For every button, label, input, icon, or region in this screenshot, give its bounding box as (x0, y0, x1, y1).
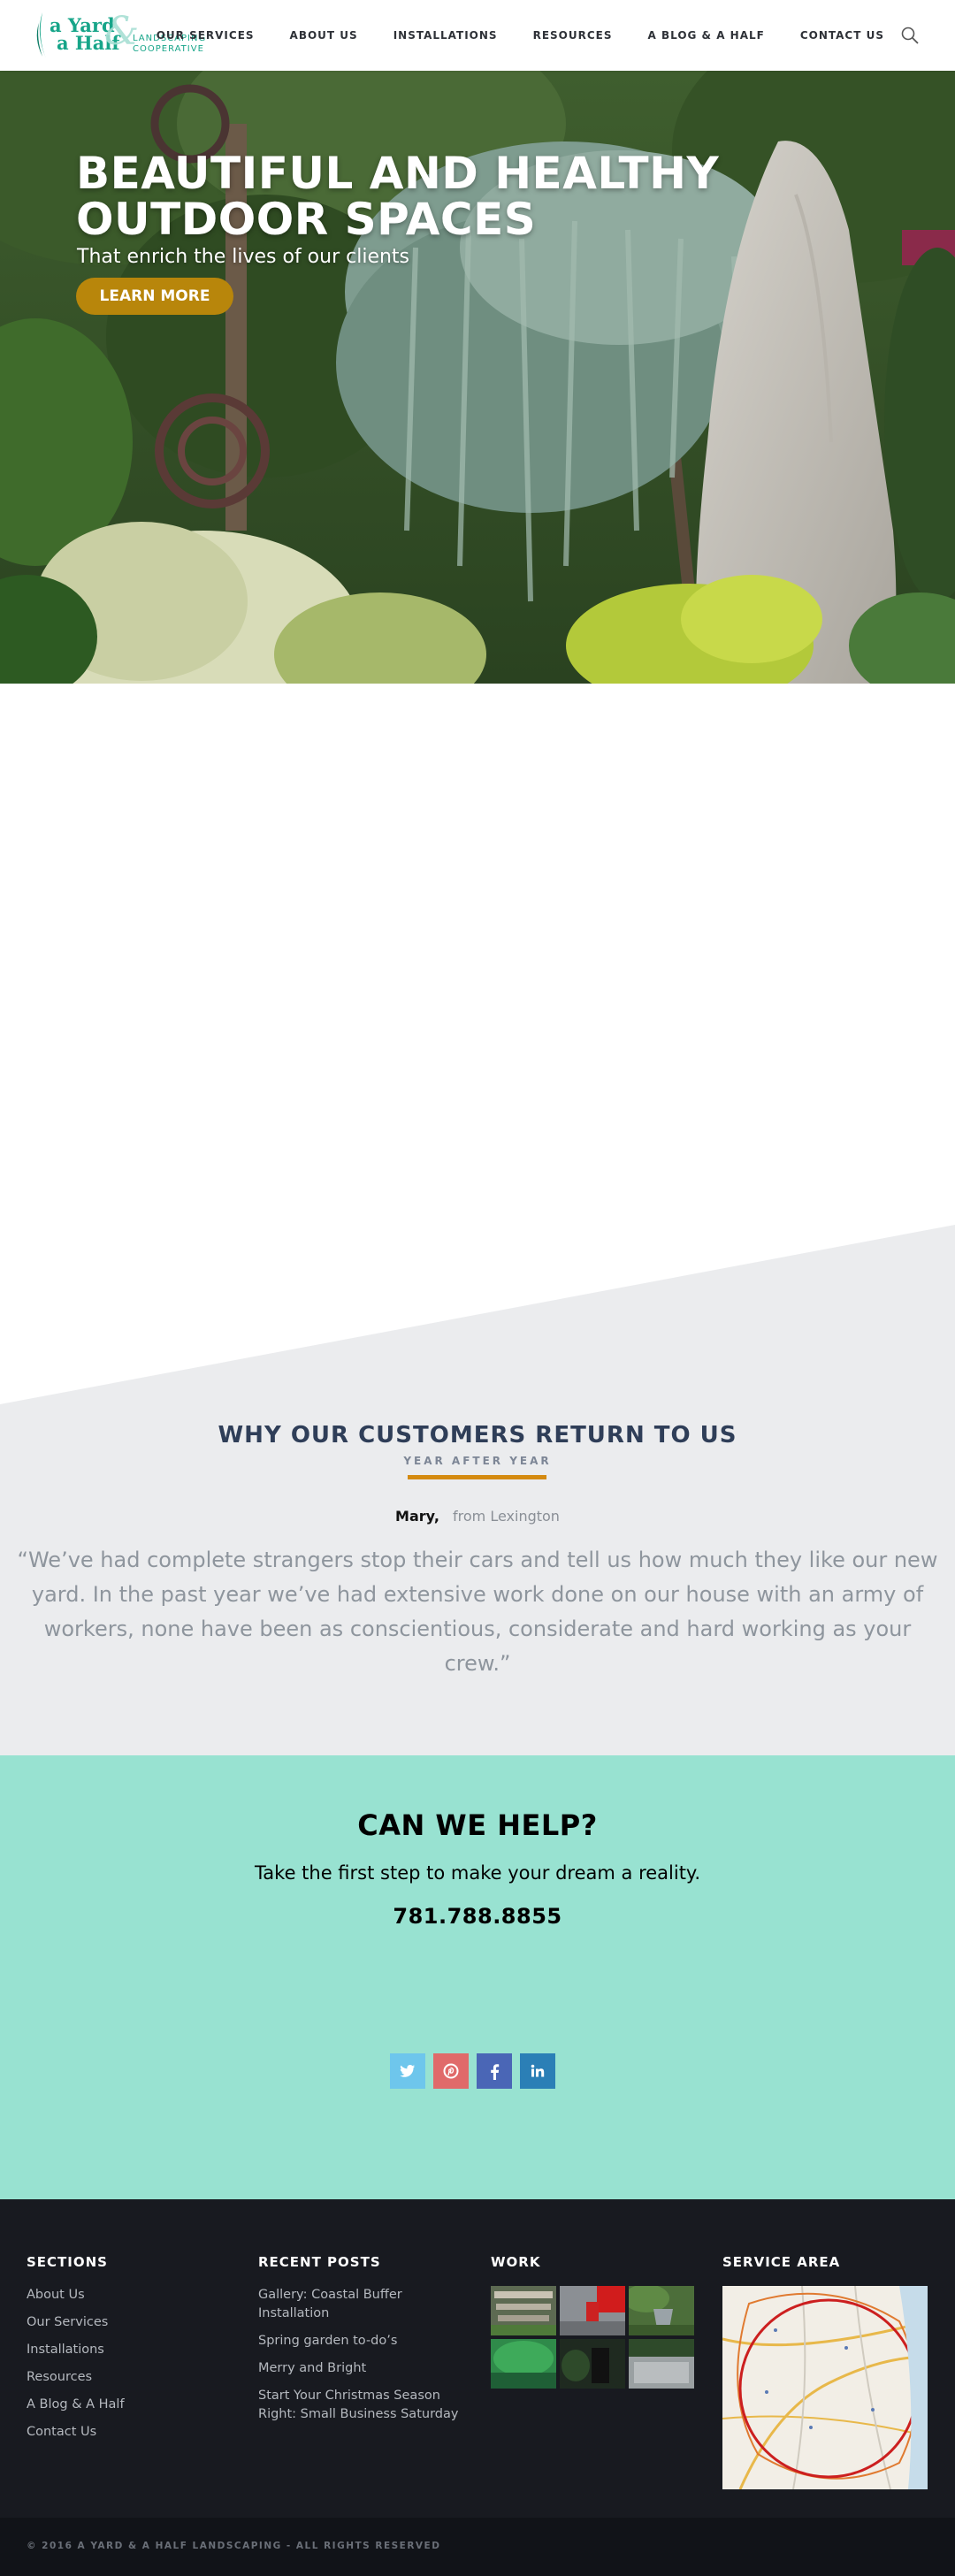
social-links (390, 2053, 563, 2089)
footer-work-column: WORK (491, 2254, 703, 2389)
testimonial-heading: WHY OUR CUSTOMERS RETURN TO US (218, 1422, 737, 1449)
nav-about-us[interactable]: ABOUT US (290, 29, 358, 42)
nav-our-services[interactable]: OUR SERVICES (157, 29, 255, 42)
hero-title-line2: OUTDOOR SPACES (76, 194, 537, 245)
footer-sections-heading: SECTIONS (27, 2254, 108, 2270)
author-name: Mary, (395, 1508, 439, 1525)
heading-divider (408, 1475, 546, 1479)
search-icon[interactable] (900, 26, 920, 45)
hero-subtitle: That enrich the lives of our clients (77, 246, 410, 268)
recent-post-link[interactable]: Start Your Christmas Season Right: Small… (258, 2387, 475, 2424)
recent-post-link[interactable]: Gallery: Coastal Buffer Installation (258, 2286, 475, 2323)
nav-installations[interactable]: INSTALLATIONS (393, 29, 498, 42)
nav-blog[interactable]: A BLOG & A HALF (648, 29, 765, 42)
main-nav: OUR SERVICES ABOUT US INSTALLATIONS RESO… (121, 0, 884, 71)
testimonial-quote: “We’ve had complete strangers stop their… (17, 1548, 938, 1676)
nav-contact-us[interactable]: CONTACT US (800, 29, 884, 42)
work-thumbnail[interactable] (560, 2339, 625, 2389)
footer-link-contact-us[interactable]: Contact Us (27, 2423, 230, 2442)
recent-post-link[interactable]: Spring garden to-do’s (258, 2332, 475, 2351)
hero-section: BEAUTIFUL AND HEALTHY OUTDOOR SPACES Tha… (0, 71, 955, 684)
work-thumbnail[interactable] (560, 2286, 625, 2335)
testimonial-subheading: YEAR AFTER YEAR (403, 1455, 552, 1467)
hero-title-line1: BEAUTIFUL AND HEALTHY (76, 148, 720, 199)
nav-resources[interactable]: RESOURCES (533, 29, 613, 42)
service-area-map[interactable] (722, 2286, 928, 2489)
facebook-icon[interactable] (477, 2053, 512, 2089)
site-header: a Yard a Half & LANDSCAPING COOPERATIVE … (0, 0, 955, 71)
footer-recent-posts-column: RECENT POSTS Gallery: Coastal Buffer Ins… (258, 2254, 475, 2433)
copyright-bar: © 2016 A YARD & A HALF LANDSCAPING - ALL… (0, 2518, 955, 2576)
page: a Yard a Half & LANDSCAPING COOPERATIVE … (0, 0, 955, 2576)
hero-title: BEAUTIFUL AND HEALTHY OUTDOOR SPACES (76, 150, 748, 242)
phone-number[interactable]: 781.788.8855 (0, 1904, 955, 1929)
footer-link-blog[interactable]: A Blog & A Half (27, 2396, 230, 2414)
linkedin-icon[interactable] (520, 2053, 555, 2089)
cta-text: Take the first step to make your dream a… (254, 1862, 701, 1884)
work-thumbnail[interactable] (491, 2286, 556, 2335)
author-location: from Lexington (453, 1508, 560, 1525)
learn-more-button[interactable]: LEARN MORE (76, 278, 233, 315)
site-footer: SECTIONS About Us Our Services Installat… (0, 2199, 955, 2518)
footer-sections-column: SECTIONS About Us Our Services Installat… (27, 2254, 230, 2450)
pinterest-icon[interactable] (433, 2053, 469, 2089)
footer-recent-posts-heading: RECENT POSTS (258, 2254, 381, 2270)
footer-work-heading: WORK (491, 2254, 541, 2270)
work-thumbnail[interactable] (491, 2339, 556, 2389)
work-thumbnail[interactable] (629, 2286, 694, 2335)
cta-title: CAN WE HELP? (357, 1808, 598, 1842)
footer-link-resources[interactable]: Resources (27, 2368, 230, 2387)
testimonial-section: WHY OUR CUSTOMERS RETURN TO US YEAR AFTE… (0, 1225, 955, 1755)
cta-section: CAN WE HELP? Take the first step to make… (0, 1755, 955, 2199)
work-thumbnail[interactable] (629, 2339, 694, 2389)
footer-service-area-heading: SERVICE AREA (722, 2254, 841, 2270)
testimonial-author: Mary, from Lexington (0, 1508, 955, 1525)
recent-post-link[interactable]: Merry and Bright (258, 2359, 475, 2378)
footer-link-installations[interactable]: Installations (27, 2341, 230, 2359)
copyright-text: © 2016 A YARD & A HALF LANDSCAPING - ALL… (27, 2541, 441, 2551)
twitter-icon[interactable] (390, 2053, 425, 2089)
work-gallery (491, 2286, 703, 2389)
footer-link-about-us[interactable]: About Us (27, 2286, 230, 2305)
footer-service-area-column: SERVICE AREA (722, 2254, 935, 2489)
footer-link-our-services[interactable]: Our Services (27, 2313, 230, 2332)
